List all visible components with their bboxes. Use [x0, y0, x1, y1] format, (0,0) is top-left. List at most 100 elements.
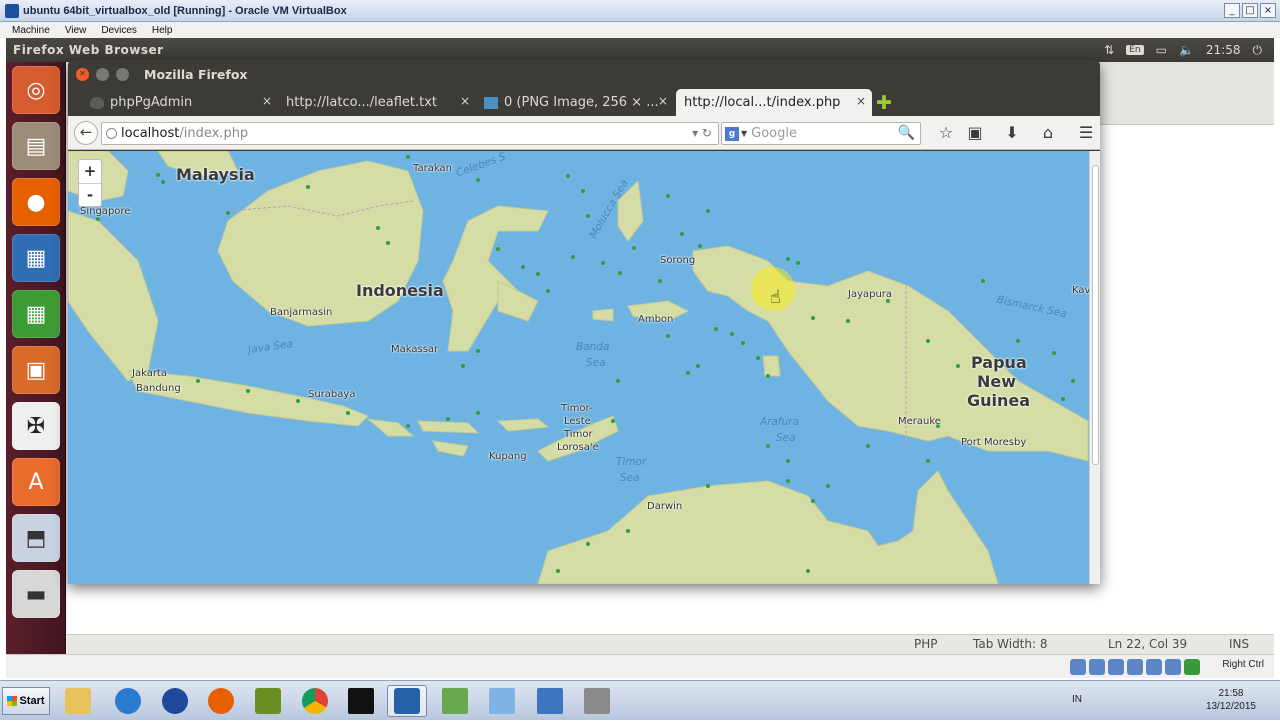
map-label-banda-sea-2: Sea	[586, 357, 606, 369]
optical-drive-icon[interactable]	[1089, 659, 1105, 675]
battery-icon[interactable]: ▭	[1156, 43, 1167, 57]
ie-taskbar-icon[interactable]	[108, 685, 148, 717]
windows-logo-icon	[7, 696, 18, 706]
chevron-down-icon[interactable]: ▼	[741, 129, 747, 138]
close-tab-icon[interactable]: ×	[262, 94, 272, 108]
minimize-button[interactable]: _	[1224, 3, 1240, 18]
page-scrollbar[interactable]	[1089, 151, 1100, 584]
reload-icon[interactable]: ▾ ↻	[692, 126, 712, 140]
home-icon[interactable]: ⌂	[1038, 124, 1058, 144]
mouse-integration-icon[interactable]	[1184, 659, 1200, 675]
google-engine-icon[interactable]: g	[725, 126, 739, 141]
firefox-taskbar-icon[interactable]	[201, 685, 241, 717]
dash-home-icon[interactable]: ◎	[12, 66, 60, 114]
map-tiles	[68, 151, 1089, 584]
shared-folder-icon[interactable]	[1146, 659, 1162, 675]
close-tab-icon[interactable]: ×	[460, 94, 470, 108]
url-path: /index.php	[179, 126, 249, 141]
map-label-jayapura: Jayapura	[848, 289, 893, 300]
taskbar-clock[interactable]: 21:58 13/12/2015	[1206, 687, 1256, 713]
menu-view[interactable]: View	[65, 25, 87, 36]
search-icon[interactable]: 🔍	[898, 125, 915, 141]
map-label-timor-leste-3: Timor	[564, 429, 593, 440]
clock[interactable]: 21:58	[1206, 43, 1241, 57]
firefox-icon[interactable]: ●	[12, 178, 60, 226]
chart-taskbar-icon[interactable]	[435, 685, 475, 717]
installer-icon[interactable]: ⬒	[12, 514, 60, 562]
unity-launcher: ◎ ▤ ● ▦ ▦ ▣ ✠ A ⬒ ▬	[6, 62, 66, 678]
network-transfer-icon[interactable]: ⇅	[1104, 43, 1114, 57]
vbox-menubar: Machine View Devices Help	[0, 22, 1280, 38]
back-button[interactable]: ←	[74, 121, 98, 145]
network-tool-taskbar-icon[interactable]	[530, 685, 570, 717]
calc-icon[interactable]: ▦	[12, 290, 60, 338]
map-label-lorosae: Lorosa'e	[557, 442, 599, 453]
app-taskbar-icon[interactable]	[482, 685, 522, 717]
close-window-button[interactable]: ×	[76, 67, 89, 81]
firefox-titlebar: × Mozilla Firefox	[68, 60, 1100, 88]
harddisk-icon[interactable]	[1070, 659, 1086, 675]
maximize-window-button[interactable]	[116, 67, 129, 81]
map-label-timor-sea-2: Sea	[620, 472, 640, 484]
network-icon[interactable]	[1127, 659, 1143, 675]
window-title: Mozilla Firefox	[144, 66, 248, 82]
network-taskbar-icon[interactable]	[248, 685, 288, 717]
tab-index-php[interactable]: http://local...t/index.php ×	[676, 89, 872, 116]
map-label-merauke: Merauke	[898, 416, 941, 427]
virtualbox-taskbar-icon[interactable]	[387, 685, 427, 717]
tab-phppgadmin[interactable]: phpPgAdmin ×	[82, 89, 278, 116]
explorer-taskbar-icon[interactable]	[58, 685, 98, 717]
synaptic-icon[interactable]: ✠	[12, 402, 60, 450]
menu-devices[interactable]: Devices	[101, 25, 137, 36]
volume-icon[interactable]: 🔈	[1179, 43, 1194, 57]
menu-machine[interactable]: Machine	[12, 25, 50, 36]
writer-icon[interactable]: ▦	[12, 234, 60, 282]
close-tab-icon[interactable]: ×	[658, 94, 668, 108]
minimize-window-button[interactable]	[96, 67, 109, 81]
vbox-window-title: ubuntu 64bit_virtualbox_old [Running] - …	[23, 4, 347, 17]
bookmark-star-icon[interactable]: ☆	[936, 124, 956, 144]
menu-help[interactable]: Help	[152, 25, 173, 36]
language-indicator[interactable]: IN	[1072, 694, 1082, 705]
usb-icon[interactable]	[1108, 659, 1124, 675]
search-box[interactable]: g ▼ Google 🔍	[721, 122, 921, 145]
system-tray: IN 21:58 13/12/2015	[1060, 681, 1280, 721]
map-label-kav: Kav	[1072, 285, 1091, 296]
power-gear-icon[interactable]: ⏻	[1253, 43, 1263, 58]
tab-png-image[interactable]: 0 (PNG Image, 256 × ... ×	[476, 89, 674, 116]
map-label-papua: Papua	[971, 353, 1027, 372]
leaflet-map[interactable]: Malaysia Indonesia Papua New Guinea Sing…	[68, 151, 1100, 584]
url-bar[interactable]: localhost/index.php ▾ ↻	[101, 122, 719, 145]
lock-taskbar-icon[interactable]	[577, 685, 617, 717]
close-tab-icon[interactable]: ×	[856, 94, 866, 108]
impress-icon[interactable]: ▣	[12, 346, 60, 394]
downloads-icon[interactable]: ⬇	[1002, 124, 1022, 144]
start-button[interactable]: Start	[2, 687, 50, 715]
terminal-icon[interactable]: ▬	[12, 570, 60, 618]
chrome-dark-taskbar-icon[interactable]	[155, 685, 195, 717]
menu-hamburger-icon[interactable]: ☰	[1076, 124, 1096, 144]
tab-width-selector[interactable]: Tab Width: 8	[973, 637, 1047, 651]
files-icon[interactable]: ▤	[12, 122, 60, 170]
chrome-taskbar-icon[interactable]	[295, 685, 335, 717]
bookmarks-menu-icon[interactable]: ▣	[965, 124, 985, 144]
zoom-in-button[interactable]: +	[79, 160, 101, 184]
zoom-out-button[interactable]: -	[79, 184, 101, 208]
cmd-taskbar-icon[interactable]	[341, 685, 381, 717]
software-center-icon[interactable]: A	[12, 458, 60, 506]
search-placeholder: Google	[751, 126, 797, 141]
map-label-banjarmasin: Banjarmasin	[270, 307, 333, 318]
language-selector[interactable]: PHP	[914, 637, 938, 651]
new-tab-icon[interactable]: ✚	[876, 92, 892, 114]
zoom-control: + -	[78, 159, 102, 207]
map-label-bandung: Bandung	[136, 383, 181, 394]
scrollbar-thumb[interactable]	[1092, 165, 1099, 465]
cursor-position: Ln 22, Col 39	[1108, 637, 1188, 651]
map-label-sorong: Sorong	[660, 255, 696, 266]
display-icon[interactable]	[1165, 659, 1181, 675]
close-button[interactable]: ×	[1260, 3, 1276, 18]
maximize-button[interactable]: □	[1242, 3, 1258, 18]
tab-leaflet-txt[interactable]: http://latco.../leaflet.txt ×	[278, 89, 476, 116]
keyboard-indicator[interactable]: En	[1126, 45, 1144, 55]
hand-cursor-icon: ☝	[770, 287, 781, 308]
